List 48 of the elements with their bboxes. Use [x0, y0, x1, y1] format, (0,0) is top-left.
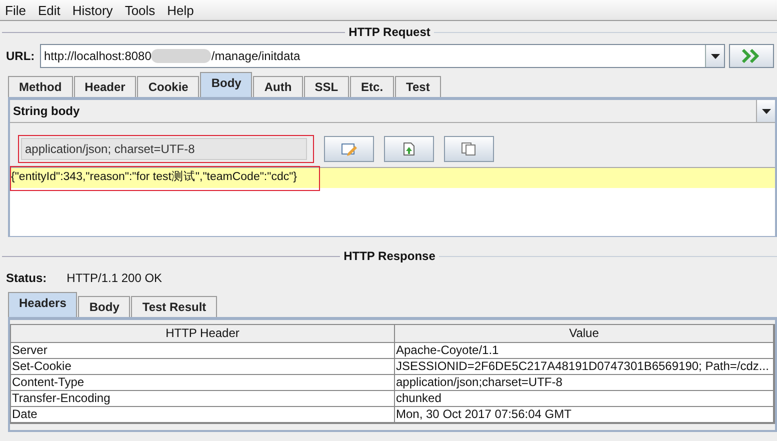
tab[interactable]: Etc. [350, 76, 394, 97]
tab[interactable]: Method [8, 76, 73, 97]
table-cell: Server [11, 343, 395, 359]
body-text: {"entityId":343,"reason":"for test测试","teamCode":"cdc"} [10, 166, 320, 190]
menu-item[interactable]: File [5, 2, 26, 18]
section-title: HTTP Response [344, 249, 436, 263]
status-label: Status: [6, 271, 47, 285]
copy-icon [461, 142, 477, 156]
edit-button[interactable] [324, 136, 374, 162]
table-cell: Transfer-Encoding [11, 391, 395, 407]
tab[interactable]: Body [200, 72, 252, 97]
table-cell: Date [11, 407, 395, 423]
tab[interactable]: Auth [253, 76, 303, 97]
column-header[interactable]: Value [395, 325, 774, 343]
url-label: URL: [6, 49, 36, 63]
menu-item[interactable]: History [72, 2, 113, 18]
caret-icon [762, 108, 770, 114]
body-text-area[interactable]: {"entityId":343,"reason":"for test测试","teamCode":"cdc"} [10, 167, 775, 236]
menu-item[interactable]: Help [167, 2, 194, 18]
tab[interactable]: Header [74, 76, 136, 97]
dropdown-button[interactable] [705, 45, 724, 67]
section-title: HTTP Request [348, 25, 430, 39]
url-field[interactable]: http://localhost:8080 /manage/initdata [40, 44, 725, 68]
file-arrow-icon [402, 142, 416, 156]
copy-button[interactable] [444, 136, 494, 162]
tab[interactable]: Headers [8, 292, 78, 317]
pencil-note-icon [341, 142, 357, 156]
table-cell: Apache-Coyote/1.1 [395, 343, 774, 359]
table-cell: chunked [395, 391, 774, 407]
load-file-button[interactable] [384, 136, 434, 162]
table-cell: Set-Cookie [11, 359, 395, 375]
table-cell: JSESSIONID=2F6DE5C217A48191D0747301B6569190; Path=/cdz... [395, 359, 774, 375]
body-type-dropdown[interactable]: String body [10, 100, 775, 123]
menu-item[interactable]: Tools [124, 2, 156, 18]
table-cell: application/json;charset=UTF-8 [395, 375, 774, 391]
content-type-field[interactable]: application/json; charset=UTF-8 [21, 138, 307, 160]
menu-item[interactable]: Edit [38, 2, 60, 18]
tab[interactable]: Test Result [131, 296, 218, 317]
status-field: HTTP/1.1 200 OK [66, 269, 777, 287]
table-cell: Content-Type [11, 375, 395, 391]
tab[interactable]: Body [78, 296, 130, 317]
column-header[interactable]: HTTP Header [11, 325, 395, 343]
run-button[interactable] [729, 44, 774, 68]
tab[interactable]: Test [395, 76, 441, 97]
tab[interactable]: Cookie [137, 76, 200, 97]
table-cell: Mon, 30 Oct 2017 07:56:04 GMT [395, 407, 774, 423]
caret-icon [710, 54, 720, 58]
tab[interactable]: SSL [304, 76, 350, 97]
